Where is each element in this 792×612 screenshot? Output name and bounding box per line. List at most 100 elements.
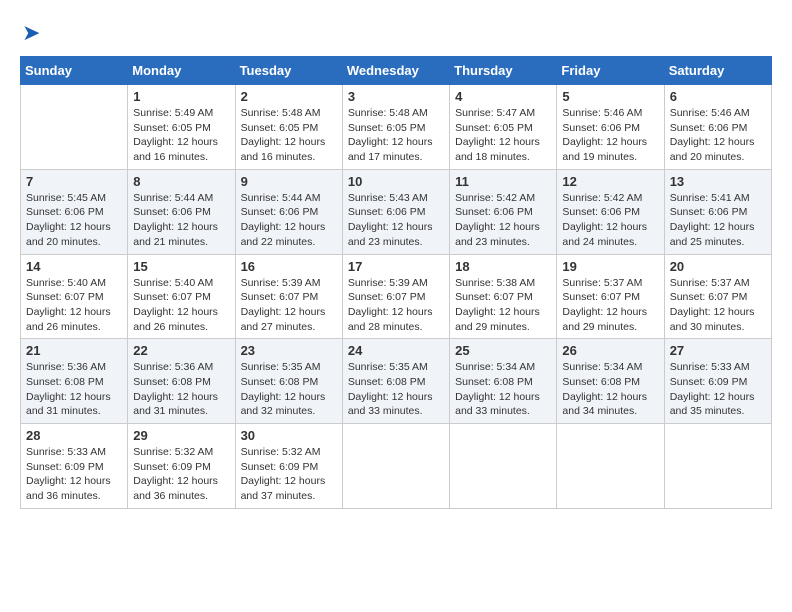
day-info: Sunrise: 5:32 AMSunset: 6:09 PMDaylight:… — [133, 445, 229, 504]
day-number: 6 — [670, 89, 766, 104]
week-row-3: 14 Sunrise: 5:40 AMSunset: 6:07 PMDayligh… — [21, 254, 772, 339]
day-cell: 15 Sunrise: 5:40 AMSunset: 6:07 PMDayligh… — [128, 254, 235, 339]
day-header-sunday: Sunday — [21, 57, 128, 85]
day-number: 4 — [455, 89, 551, 104]
logo-bird-icon: ➤ — [22, 20, 40, 46]
day-cell — [21, 85, 128, 170]
day-number: 28 — [26, 428, 122, 443]
day-cell: 25 Sunrise: 5:34 AMSunset: 6:08 PMDayligh… — [450, 339, 557, 424]
day-header-friday: Friday — [557, 57, 664, 85]
day-cell: 18 Sunrise: 5:38 AMSunset: 6:07 PMDayligh… — [450, 254, 557, 339]
day-number: 29 — [133, 428, 229, 443]
day-number: 12 — [562, 174, 658, 189]
day-info: Sunrise: 5:46 AMSunset: 6:06 PMDaylight:… — [670, 106, 766, 165]
day-info: Sunrise: 5:42 AMSunset: 6:06 PMDaylight:… — [455, 191, 551, 250]
day-cell: 12Sunrise: 5:42 AMSunset: 6:06 PMDayligh… — [557, 169, 664, 254]
week-row-4: 21 Sunrise: 5:36 AMSunset: 6:08 PMDayligh… — [21, 339, 772, 424]
day-number: 20 — [670, 259, 766, 274]
day-number: 16 — [241, 259, 337, 274]
day-info: Sunrise: 5:39 AMSunset: 6:07 PMDaylight:… — [241, 276, 337, 335]
day-number: 22 — [133, 343, 229, 358]
day-info: Sunrise: 5:37 AMSunset: 6:07 PMDaylight:… — [670, 276, 766, 335]
day-number: 2 — [241, 89, 337, 104]
day-info: Sunrise: 5:40 AMSunset: 6:07 PMDaylight:… — [26, 276, 122, 335]
day-info: Sunrise: 5:35 AMSunset: 6:08 PMDaylight:… — [348, 360, 444, 419]
day-info: Sunrise: 5:34 AMSunset: 6:08 PMDaylight:… — [455, 360, 551, 419]
day-number: 24 — [348, 343, 444, 358]
week-row-1: 1 Sunrise: 5:49 AMSunset: 6:05 PMDaylight… — [21, 85, 772, 170]
calendar-table: SundayMondayTuesdayWednesdayThursdayFrid… — [20, 56, 772, 509]
day-cell: 16 Sunrise: 5:39 AMSunset: 6:07 PMDayligh… — [235, 254, 342, 339]
day-info: Sunrise: 5:44 AMSunset: 6:06 PMDaylight:… — [133, 191, 229, 250]
day-info: Sunrise: 5:47 AMSunset: 6:05 PMDaylight:… — [455, 106, 551, 165]
day-number: 21 — [26, 343, 122, 358]
day-cell: 3 Sunrise: 5:48 AMSunset: 6:05 PMDaylight… — [342, 85, 449, 170]
week-row-2: 7 Sunrise: 5:45 AMSunset: 6:06 PMDaylight… — [21, 169, 772, 254]
day-number: 13 — [670, 174, 766, 189]
day-cell: 13 Sunrise: 5:41 AMSunset: 6:06 PMDayligh… — [664, 169, 771, 254]
day-number: 25 — [455, 343, 551, 358]
day-number: 14 — [26, 259, 122, 274]
day-number: 9 — [241, 174, 337, 189]
page-header: ➤ — [20, 20, 772, 46]
day-number: 8 — [133, 174, 229, 189]
day-cell: 27 Sunrise: 5:33 AMSunset: 6:09 PMDayligh… — [664, 339, 771, 424]
day-cell: 28 Sunrise: 5:33 AMSunset: 6:09 PMDayligh… — [21, 424, 128, 509]
day-info: Sunrise: 5:36 AMSunset: 6:08 PMDaylight:… — [26, 360, 122, 419]
day-number: 30 — [241, 428, 337, 443]
day-cell: 17 Sunrise: 5:39 AMSunset: 6:07 PMDayligh… — [342, 254, 449, 339]
day-cell — [557, 424, 664, 509]
day-header-tuesday: Tuesday — [235, 57, 342, 85]
day-cell: 19 Sunrise: 5:37 AMSunset: 6:07 PMDayligh… — [557, 254, 664, 339]
day-cell: 9 Sunrise: 5:44 AMSunset: 6:06 PMDaylight… — [235, 169, 342, 254]
day-number: 18 — [455, 259, 551, 274]
day-number: 1 — [133, 89, 229, 104]
day-header-wednesday: Wednesday — [342, 57, 449, 85]
day-cell: 22Sunrise: 5:36 AMSunset: 6:08 PMDayligh… — [128, 339, 235, 424]
day-info: Sunrise: 5:43 AMSunset: 6:06 PMDaylight:… — [348, 191, 444, 250]
day-info: Sunrise: 5:33 AMSunset: 6:09 PMDaylight:… — [26, 445, 122, 504]
day-info: Sunrise: 5:38 AMSunset: 6:07 PMDaylight:… — [455, 276, 551, 335]
day-cell: 1 Sunrise: 5:49 AMSunset: 6:05 PMDaylight… — [128, 85, 235, 170]
day-header-saturday: Saturday — [664, 57, 771, 85]
day-info: Sunrise: 5:45 AMSunset: 6:06 PMDaylight:… — [26, 191, 122, 250]
day-number: 19 — [562, 259, 658, 274]
day-info: Sunrise: 5:39 AMSunset: 6:07 PMDaylight:… — [348, 276, 444, 335]
day-info: Sunrise: 5:41 AMSunset: 6:06 PMDaylight:… — [670, 191, 766, 250]
day-cell: 24 Sunrise: 5:35 AMSunset: 6:08 PMDayligh… — [342, 339, 449, 424]
day-cell — [342, 424, 449, 509]
day-info: Sunrise: 5:49 AMSunset: 6:05 PMDaylight:… — [133, 106, 229, 165]
day-number: 27 — [670, 343, 766, 358]
day-cell: 2Sunrise: 5:48 AMSunset: 6:05 PMDaylight… — [235, 85, 342, 170]
day-number: 3 — [348, 89, 444, 104]
day-number: 11 — [455, 174, 551, 189]
day-info: Sunrise: 5:48 AMSunset: 6:05 PMDaylight:… — [348, 106, 444, 165]
day-number: 26 — [562, 343, 658, 358]
week-row-5: 28 Sunrise: 5:33 AMSunset: 6:09 PMDayligh… — [21, 424, 772, 509]
day-cell: 21 Sunrise: 5:36 AMSunset: 6:08 PMDayligh… — [21, 339, 128, 424]
day-info: Sunrise: 5:35 AMSunset: 6:08 PMDaylight:… — [241, 360, 337, 419]
logo: ➤ — [20, 20, 40, 46]
day-number: 7 — [26, 174, 122, 189]
day-cell: 11 Sunrise: 5:42 AMSunset: 6:06 PMDayligh… — [450, 169, 557, 254]
day-cell: 30Sunrise: 5:32 AMSunset: 6:09 PMDayligh… — [235, 424, 342, 509]
day-number: 17 — [348, 259, 444, 274]
day-info: Sunrise: 5:33 AMSunset: 6:09 PMDaylight:… — [670, 360, 766, 419]
day-info: Sunrise: 5:40 AMSunset: 6:07 PMDaylight:… — [133, 276, 229, 335]
day-cell: 4 Sunrise: 5:47 AMSunset: 6:05 PMDaylight… — [450, 85, 557, 170]
day-info: Sunrise: 5:37 AMSunset: 6:07 PMDaylight:… — [562, 276, 658, 335]
day-info: Sunrise: 5:44 AMSunset: 6:06 PMDaylight:… — [241, 191, 337, 250]
day-info: Sunrise: 5:46 AMSunset: 6:06 PMDaylight:… — [562, 106, 658, 165]
day-number: 5 — [562, 89, 658, 104]
day-number: 15 — [133, 259, 229, 274]
day-number: 10 — [348, 174, 444, 189]
day-cell: 20 Sunrise: 5:37 AMSunset: 6:07 PMDayligh… — [664, 254, 771, 339]
day-cell — [450, 424, 557, 509]
day-cell: 29 Sunrise: 5:32 AMSunset: 6:09 PMDayligh… — [128, 424, 235, 509]
day-cell: 5 Sunrise: 5:46 AMSunset: 6:06 PMDaylight… — [557, 85, 664, 170]
day-header-monday: Monday — [128, 57, 235, 85]
day-number: 23 — [241, 343, 337, 358]
day-info: Sunrise: 5:34 AMSunset: 6:08 PMDaylight:… — [562, 360, 658, 419]
day-cell — [664, 424, 771, 509]
day-header-thursday: Thursday — [450, 57, 557, 85]
